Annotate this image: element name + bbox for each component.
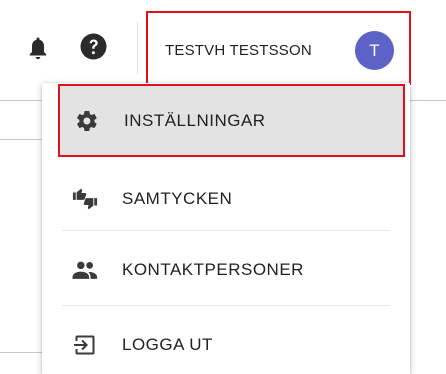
background-divider	[0, 352, 42, 353]
menu-item-label: KONTAKTPERSONER	[122, 259, 304, 279]
avatar-initial: T	[369, 40, 380, 60]
people-icon	[72, 257, 98, 283]
menu-item-logout[interactable]: LOGGA UT	[62, 306, 390, 374]
help-circle-icon[interactable]	[80, 33, 107, 60]
user-menu-button[interactable]: TESTVH TESTSSON T	[146, 11, 411, 85]
background-divider	[0, 139, 42, 140]
bell-icon[interactable]	[28, 36, 48, 60]
page: TESTVH TESTSSON T INSTÄLLNINGAR SAMTYCKE…	[0, 0, 446, 374]
gear-icon	[74, 108, 100, 134]
background-divider	[410, 100, 446, 101]
background-divider	[0, 100, 42, 101]
menu-item-label: SAMTYCKEN	[122, 188, 233, 208]
menu-item-consents[interactable]: SAMTYCKEN	[62, 160, 390, 237]
avatar: T	[355, 31, 394, 70]
menu-item-settings[interactable]: INSTÄLLNINGAR	[58, 84, 405, 157]
thumbs-up-down-icon	[72, 186, 98, 212]
logout-icon	[72, 332, 98, 358]
toolbar-divider	[137, 22, 138, 74]
user-dropdown-menu: INSTÄLLNINGAR SAMTYCKEN KONTAKTPERSONER …	[42, 83, 410, 374]
menu-item-label: LOGGA UT	[122, 334, 213, 354]
menu-item-contacts[interactable]: KONTAKTPERSONER	[62, 231, 390, 308]
user-name: TESTVH TESTSSON	[165, 42, 312, 59]
menu-item-label: INSTÄLLNINGAR	[124, 110, 266, 130]
